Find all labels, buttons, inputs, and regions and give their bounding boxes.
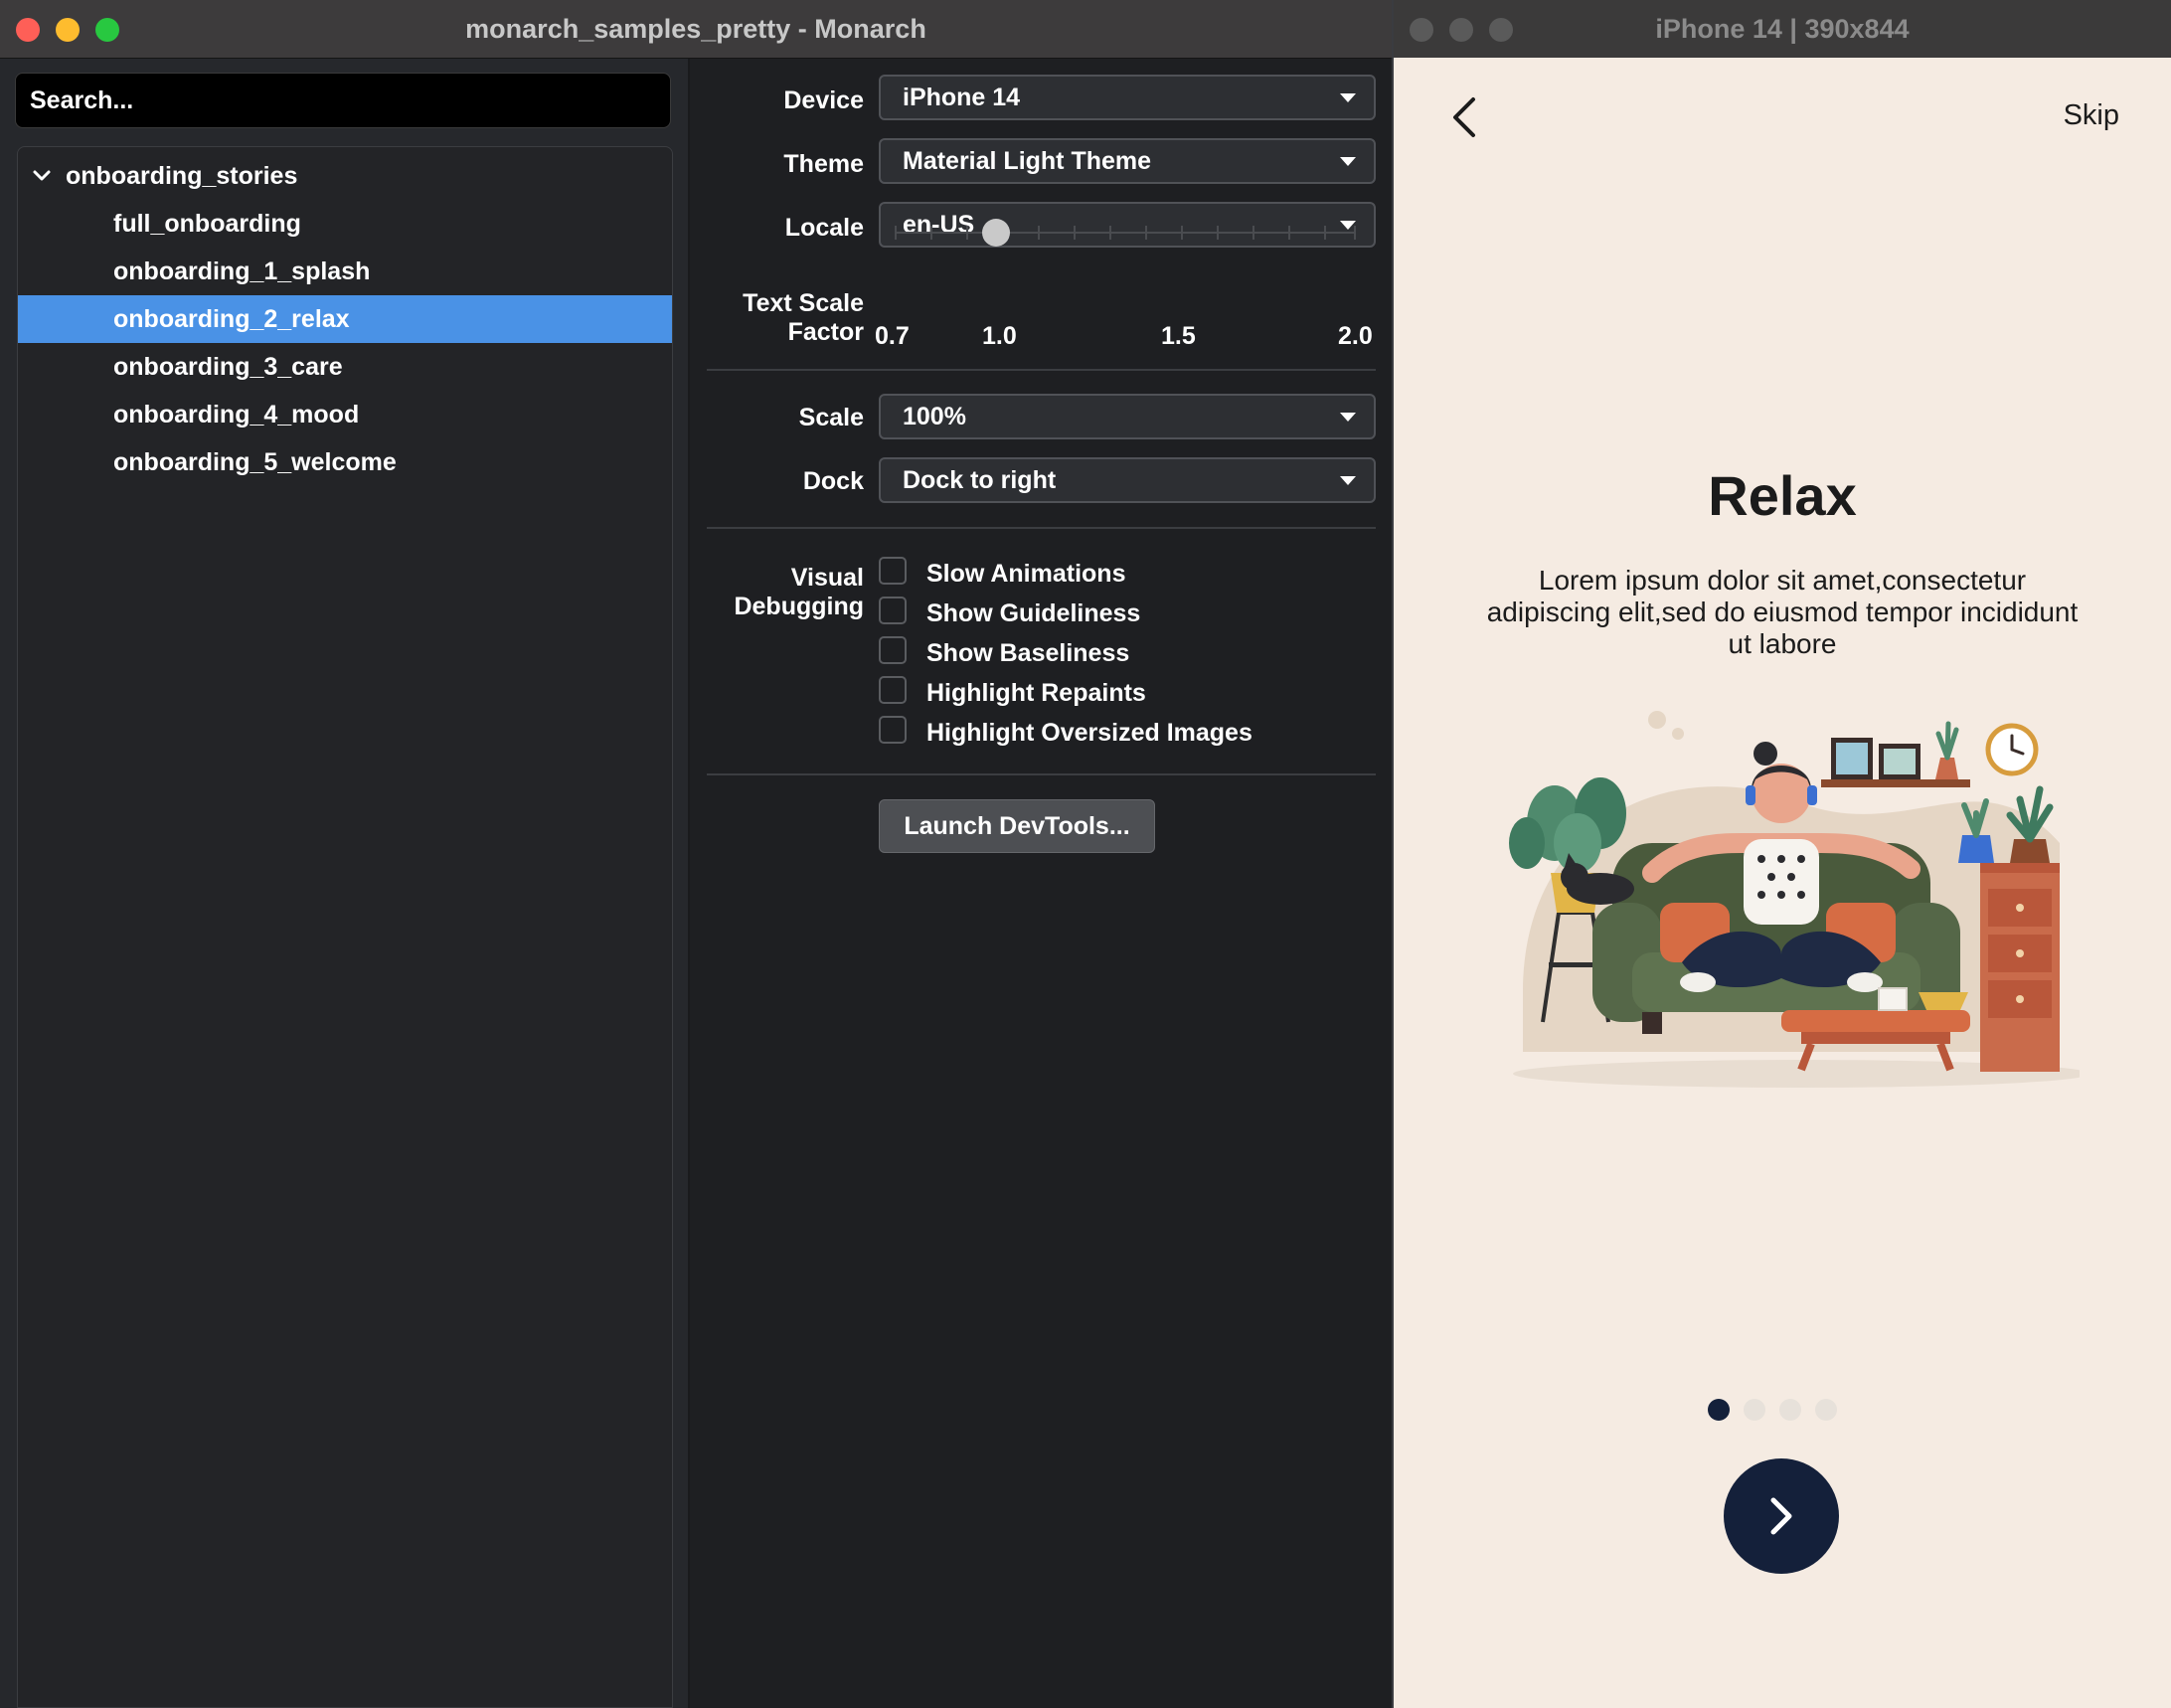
show-guidelines-label[interactable]: Show Guideliness (926, 599, 1140, 628)
slider-tick (1038, 226, 1040, 240)
divider (707, 527, 1376, 529)
scale-label: Scale (798, 404, 864, 431)
locale-label: Locale (784, 214, 864, 242)
device-label: Device (783, 86, 864, 114)
divider (707, 773, 1376, 775)
relax-illustration (1509, 711, 2080, 1088)
device-dropdown[interactable]: iPhone 14 (879, 75, 1376, 120)
slider-track (895, 232, 1356, 234)
onboarding-heading: Relax (1708, 464, 1857, 527)
caret-down-icon (1340, 93, 1356, 102)
stories-tree: onboarding_stories full_onboarding onboa… (17, 146, 673, 1708)
device-titlebar: iPhone 14 | 390x844 (1394, 0, 2171, 59)
show-baselines-checkbox[interactable] (879, 636, 907, 664)
show-baselines-label[interactable]: Show Baseliness (926, 639, 1129, 668)
highlight-oversized-images-label[interactable]: Highlight Oversized Images (926, 719, 1252, 748)
slider-tick-label-min: 0.7 (875, 322, 910, 350)
tree-group-label: onboarding_stories (66, 162, 298, 190)
slider-tick-label-1: 1.0 (982, 322, 1017, 350)
slider-tick (895, 226, 897, 240)
next-button[interactable] (1724, 1458, 1839, 1574)
divider (707, 369, 1376, 371)
text-scale-label: Text Scale Factor (743, 289, 864, 347)
story-item-onboarding-4-mood[interactable]: onboarding_4_mood (18, 391, 672, 438)
scale-dropdown-value: 100% (903, 403, 966, 430)
window-title: monarch_samples_pretty - Monarch (465, 14, 926, 44)
device-window: iPhone 14 | 390x844 Skip Relax Lorem ips… (1394, 0, 2171, 1708)
story-item-label: onboarding_2_relax (113, 305, 350, 333)
onboarding-description: Lorem ipsum dolor sit amet,consectetur a… (1486, 565, 2079, 659)
slider-tick-label-2: 1.5 (1161, 322, 1196, 350)
monarch-window: monarch_samples_pretty - Monarch onboard… (0, 0, 1394, 1708)
locale-dropdown-value: en-US (903, 211, 975, 239)
locale-dropdown[interactable]: en-US (879, 202, 1376, 248)
page-dot (1779, 1399, 1801, 1421)
show-guidelines-checkbox[interactable] (879, 597, 907, 624)
page-dot-active (1708, 1399, 1730, 1421)
highlight-oversized-images-checkbox[interactable] (879, 716, 907, 744)
story-item-label: onboarding_1_splash (113, 257, 371, 285)
chevron-down-icon (33, 170, 51, 181)
caret-down-icon (1340, 413, 1356, 422)
device-screen: Skip Relax Lorem ipsum dolor sit amet,co… (1394, 58, 2171, 1708)
slider-tick (966, 226, 968, 240)
theme-label: Theme (783, 150, 864, 178)
slider-tick (1181, 226, 1183, 240)
highlight-repaints-label[interactable]: Highlight Repaints (926, 679, 1146, 708)
launch-devtools-button[interactable]: Launch DevTools... (879, 799, 1155, 853)
slider-tick-label-max: 2.0 (1338, 322, 1373, 350)
page-indicator (1708, 1399, 1857, 1421)
skip-button[interactable]: Skip (2064, 99, 2119, 132)
caret-down-icon (1340, 157, 1356, 166)
back-arrow-icon[interactable] (1447, 93, 1483, 141)
scale-dropdown[interactable]: 100% (879, 394, 1376, 439)
visual-debugging-label-line1: Visual (790, 564, 864, 592)
monarch-titlebar: monarch_samples_pretty - Monarch (0, 0, 1392, 59)
device-dropdown-value: iPhone 14 (903, 84, 1021, 111)
tree-group-onboarding-stories[interactable]: onboarding_stories (18, 152, 672, 200)
slider-tick (1354, 226, 1356, 240)
chevron-right-icon (1770, 1497, 1792, 1535)
story-item-onboarding-1-splash[interactable]: onboarding_1_splash (18, 248, 672, 295)
slow-animations-label[interactable]: Slow Animations (926, 560, 1125, 589)
slider-tick (1217, 226, 1219, 240)
slider-tick (1324, 226, 1326, 240)
story-item-onboarding-5-welcome[interactable]: onboarding_5_welcome (18, 438, 672, 486)
settings-panel: Device iPhone 14 Theme Material Light Th… (690, 59, 1392, 1708)
slider-thumb[interactable] (982, 219, 1010, 247)
visual-debugging-label: Visual Debugging (734, 564, 864, 621)
stories-sidebar: onboarding_stories full_onboarding onboa… (0, 59, 690, 1708)
theme-dropdown-value: Material Light Theme (903, 147, 1152, 175)
page-dot (1744, 1399, 1765, 1421)
slider-tick (1288, 226, 1290, 240)
story-item-label: onboarding_5_welcome (113, 448, 397, 476)
slider-tick (1074, 226, 1076, 240)
story-item-label: onboarding_4_mood (113, 401, 360, 428)
page-dot (1815, 1399, 1837, 1421)
slider-tick (1252, 226, 1254, 240)
slider-tick (1145, 226, 1147, 240)
device-window-title: iPhone 14 | 390x844 (1655, 14, 1910, 44)
text-scale-label-line1: Text Scale (743, 289, 864, 317)
theme-dropdown[interactable]: Material Light Theme (879, 138, 1376, 184)
visual-debugging-label-line2: Debugging (734, 593, 864, 620)
story-item-full-onboarding[interactable]: full_onboarding (18, 200, 672, 248)
text-scale-label-line2: Factor (787, 318, 864, 346)
story-item-label: onboarding_3_care (113, 353, 343, 381)
search-input[interactable] (15, 73, 671, 128)
highlight-repaints-checkbox[interactable] (879, 676, 907, 704)
caret-down-icon (1340, 476, 1356, 485)
story-item-onboarding-2-relax[interactable]: onboarding_2_relax (18, 295, 672, 343)
slider-tick (1109, 226, 1111, 240)
slow-animations-checkbox[interactable] (879, 557, 907, 585)
dock-label: Dock (802, 467, 864, 495)
dock-dropdown[interactable]: Dock to right (879, 457, 1376, 503)
dock-dropdown-value: Dock to right (903, 466, 1057, 494)
story-item-label: full_onboarding (113, 210, 301, 238)
slider-tick (930, 226, 932, 240)
story-item-onboarding-3-care[interactable]: onboarding_3_care (18, 343, 672, 391)
